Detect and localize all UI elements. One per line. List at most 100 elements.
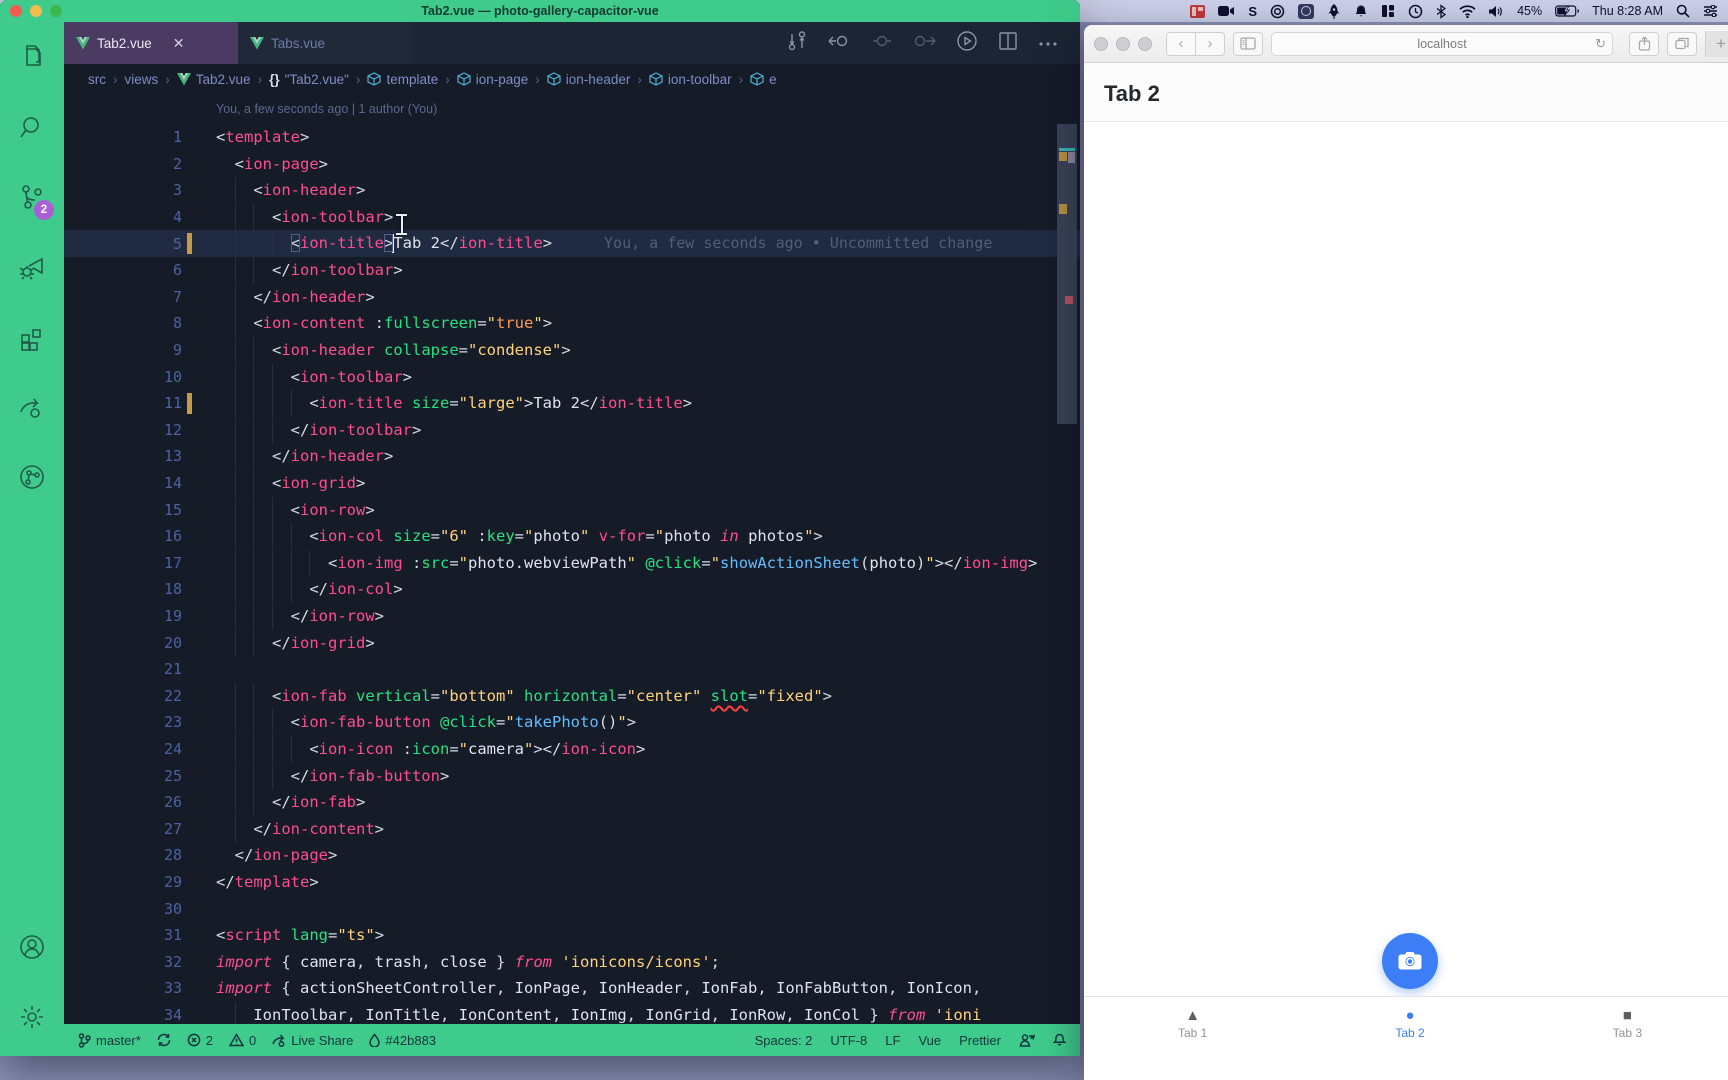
sidebar-icon[interactable] bbox=[1233, 32, 1263, 56]
notification-bell-icon[interactable] bbox=[1354, 4, 1368, 19]
more-actions-icon[interactable] bbox=[1038, 34, 1058, 52]
code-line-13[interactable]: 13 </ion-header> bbox=[64, 443, 1080, 470]
line-number[interactable]: 12 bbox=[64, 421, 182, 439]
take-photo-fab-button[interactable] bbox=[1382, 933, 1438, 989]
line-number[interactable]: 17 bbox=[64, 554, 182, 572]
status-utf-8[interactable]: UTF-8 bbox=[830, 1033, 867, 1048]
code-line-23[interactable]: 23 <ion-fab-button @click="takePhoto()"> bbox=[64, 709, 1080, 736]
code-line-28[interactable]: 28 </ion-page> bbox=[64, 842, 1080, 869]
scrollbar-thumb[interactable] bbox=[1057, 124, 1077, 424]
run-debug-icon[interactable] bbox=[0, 232, 64, 302]
share-icon[interactable] bbox=[1629, 32, 1659, 56]
status-spaces-2[interactable]: Spaces: 2 bbox=[755, 1033, 813, 1048]
editor-tab-tab2vue[interactable]: Tab2.vue✕ bbox=[64, 22, 238, 64]
zoom-window-button[interactable] bbox=[1138, 37, 1152, 51]
line-number[interactable]: 26 bbox=[64, 793, 182, 811]
new-tab-button[interactable]: + bbox=[1705, 31, 1728, 57]
rocket-app-icon[interactable] bbox=[1327, 4, 1341, 19]
code-line-19[interactable]: 19 </ion-row> bbox=[64, 603, 1080, 630]
line-number[interactable]: 21 bbox=[64, 660, 182, 678]
search-icon[interactable] bbox=[0, 92, 64, 162]
code-line-12[interactable]: 12 </ion-toolbar> bbox=[64, 417, 1080, 444]
close-tab-icon[interactable]: ✕ bbox=[173, 35, 185, 52]
tab-overview-icon[interactable] bbox=[1667, 32, 1697, 56]
line-number[interactable]: 16 bbox=[64, 527, 182, 545]
code-line-11[interactable]: 11 <ion-title size="large">Tab 2</ion-ti… bbox=[64, 390, 1080, 417]
line-number[interactable]: 9 bbox=[64, 341, 182, 359]
line-number[interactable]: 6 bbox=[64, 261, 182, 279]
breadcrumb-item[interactable]: {}"Tab2.vue" bbox=[269, 72, 349, 87]
code-line-18[interactable]: 18 </ion-col> bbox=[64, 576, 1080, 603]
screen-record-app-icon[interactable] bbox=[1190, 5, 1205, 18]
line-number[interactable]: 4 bbox=[64, 208, 182, 226]
next-change-icon[interactable] bbox=[912, 31, 936, 56]
status-prettier[interactable]: Prettier bbox=[959, 1033, 1001, 1048]
line-number[interactable]: 28 bbox=[64, 846, 182, 864]
code-line-4[interactable]: 4 <ion-toolbar> bbox=[64, 204, 1080, 231]
code-line-25[interactable]: 25 </ion-fab-button> bbox=[64, 762, 1080, 789]
app-tab-tab1[interactable]: ▲Tab 1 bbox=[1084, 997, 1301, 1051]
back-button[interactable]: ‹ bbox=[1166, 32, 1196, 56]
code-line-24[interactable]: 24 <ion-icon :icon="camera"></ion-icon> bbox=[64, 736, 1080, 763]
git-graph-icon[interactable] bbox=[0, 442, 64, 512]
code-line-17[interactable]: 17 <ion-img :src="photo.webviewPath" @cl… bbox=[64, 550, 1080, 577]
address-bar[interactable]: localhost ↻ bbox=[1271, 32, 1613, 56]
volume-icon[interactable] bbox=[1489, 5, 1504, 18]
line-number[interactable]: 34 bbox=[64, 1006, 182, 1024]
code-line-1[interactable]: 1<template> bbox=[64, 124, 1080, 151]
line-number[interactable]: 14 bbox=[64, 474, 182, 492]
code-line-29[interactable]: 29</template> bbox=[64, 869, 1080, 896]
code-line-2[interactable]: 2 <ion-page> bbox=[64, 151, 1080, 178]
code-line-7[interactable]: 7 </ion-header> bbox=[64, 284, 1080, 311]
codelens-annotation[interactable]: You, a few seconds ago | 1 author (You) bbox=[64, 94, 1080, 124]
status-2[interactable]: 2 bbox=[187, 1033, 213, 1048]
code-line-10[interactable]: 10 <ion-toolbar> bbox=[64, 363, 1080, 390]
code-line-21[interactable]: 21 bbox=[64, 656, 1080, 683]
line-number[interactable]: 5 bbox=[64, 235, 182, 253]
menu-bar-clock[interactable]: Thu 8:28 AM bbox=[1592, 4, 1663, 18]
code-line-22[interactable]: 22 <ion-fab vertical="bottom" horizontal… bbox=[64, 682, 1080, 709]
spotlight-search-icon[interactable] bbox=[1676, 4, 1690, 18]
code-line-16[interactable]: 16 <ion-col size="6" :key="photo" v-for=… bbox=[64, 523, 1080, 550]
line-number[interactable]: 18 bbox=[64, 580, 182, 598]
code-line-6[interactable]: 6 </ion-toolbar> bbox=[64, 257, 1080, 284]
breadcrumb-item[interactable]: e bbox=[750, 72, 777, 87]
live-share-icon[interactable] bbox=[0, 372, 64, 442]
line-number[interactable]: 1 bbox=[64, 128, 182, 146]
code-line-3[interactable]: 3 <ion-header> bbox=[64, 177, 1080, 204]
editor-tab-tabsvue[interactable]: Tabs.vue bbox=[238, 22, 412, 64]
reload-icon[interactable]: ↻ bbox=[1595, 36, 1606, 52]
line-number[interactable]: 15 bbox=[64, 501, 182, 519]
code-line-32[interactable]: 32import { camera, trash, close } from '… bbox=[64, 948, 1080, 975]
breadcrumb-item[interactable]: template bbox=[367, 72, 438, 87]
vscode-title-bar[interactable]: Tab2.vue — photo-gallery-capacitor-vue bbox=[0, 0, 1080, 22]
breadcrumb-item[interactable]: views bbox=[125, 72, 159, 87]
code-line-26[interactable]: 26 </ion-fab> bbox=[64, 789, 1080, 816]
forward-button[interactable]: › bbox=[1196, 32, 1225, 56]
screenshot-app-icon[interactable] bbox=[1298, 4, 1314, 19]
line-number[interactable]: 3 bbox=[64, 181, 182, 199]
code-line-15[interactable]: 15 <ion-row> bbox=[64, 496, 1080, 523]
line-number[interactable]: 23 bbox=[64, 713, 182, 731]
code-line-20[interactable]: 20 </ion-grid> bbox=[64, 629, 1080, 656]
bluetooth-icon[interactable] bbox=[1436, 4, 1446, 19]
line-number[interactable]: 20 bbox=[64, 634, 182, 652]
breadcrumb-item[interactable]: ion-page bbox=[457, 72, 529, 87]
clock-app-icon[interactable] bbox=[1408, 4, 1423, 19]
accounts-icon[interactable] bbox=[0, 912, 64, 982]
line-number[interactable]: 13 bbox=[64, 447, 182, 465]
line-number[interactable]: 7 bbox=[64, 288, 182, 306]
status-bell[interactable] bbox=[1053, 1033, 1066, 1047]
open-changes-icon[interactable] bbox=[786, 30, 808, 57]
code-line-14[interactable]: 14 <ion-grid> bbox=[64, 470, 1080, 497]
extensions-icon[interactable] bbox=[0, 302, 64, 372]
code-line-30[interactable]: 30 bbox=[64, 895, 1080, 922]
line-number[interactable]: 22 bbox=[64, 687, 182, 705]
line-number[interactable]: 33 bbox=[64, 979, 182, 997]
breadcrumb-item[interactable]: Tab2.vue bbox=[177, 72, 251, 87]
line-number[interactable]: 32 bbox=[64, 953, 182, 971]
status-lf[interactable]: LF bbox=[885, 1033, 900, 1048]
line-number[interactable]: 24 bbox=[64, 740, 182, 758]
status-master-[interactable]: master* bbox=[78, 1033, 141, 1048]
app-tab-tab2[interactable]: ●Tab 2 bbox=[1301, 997, 1518, 1051]
